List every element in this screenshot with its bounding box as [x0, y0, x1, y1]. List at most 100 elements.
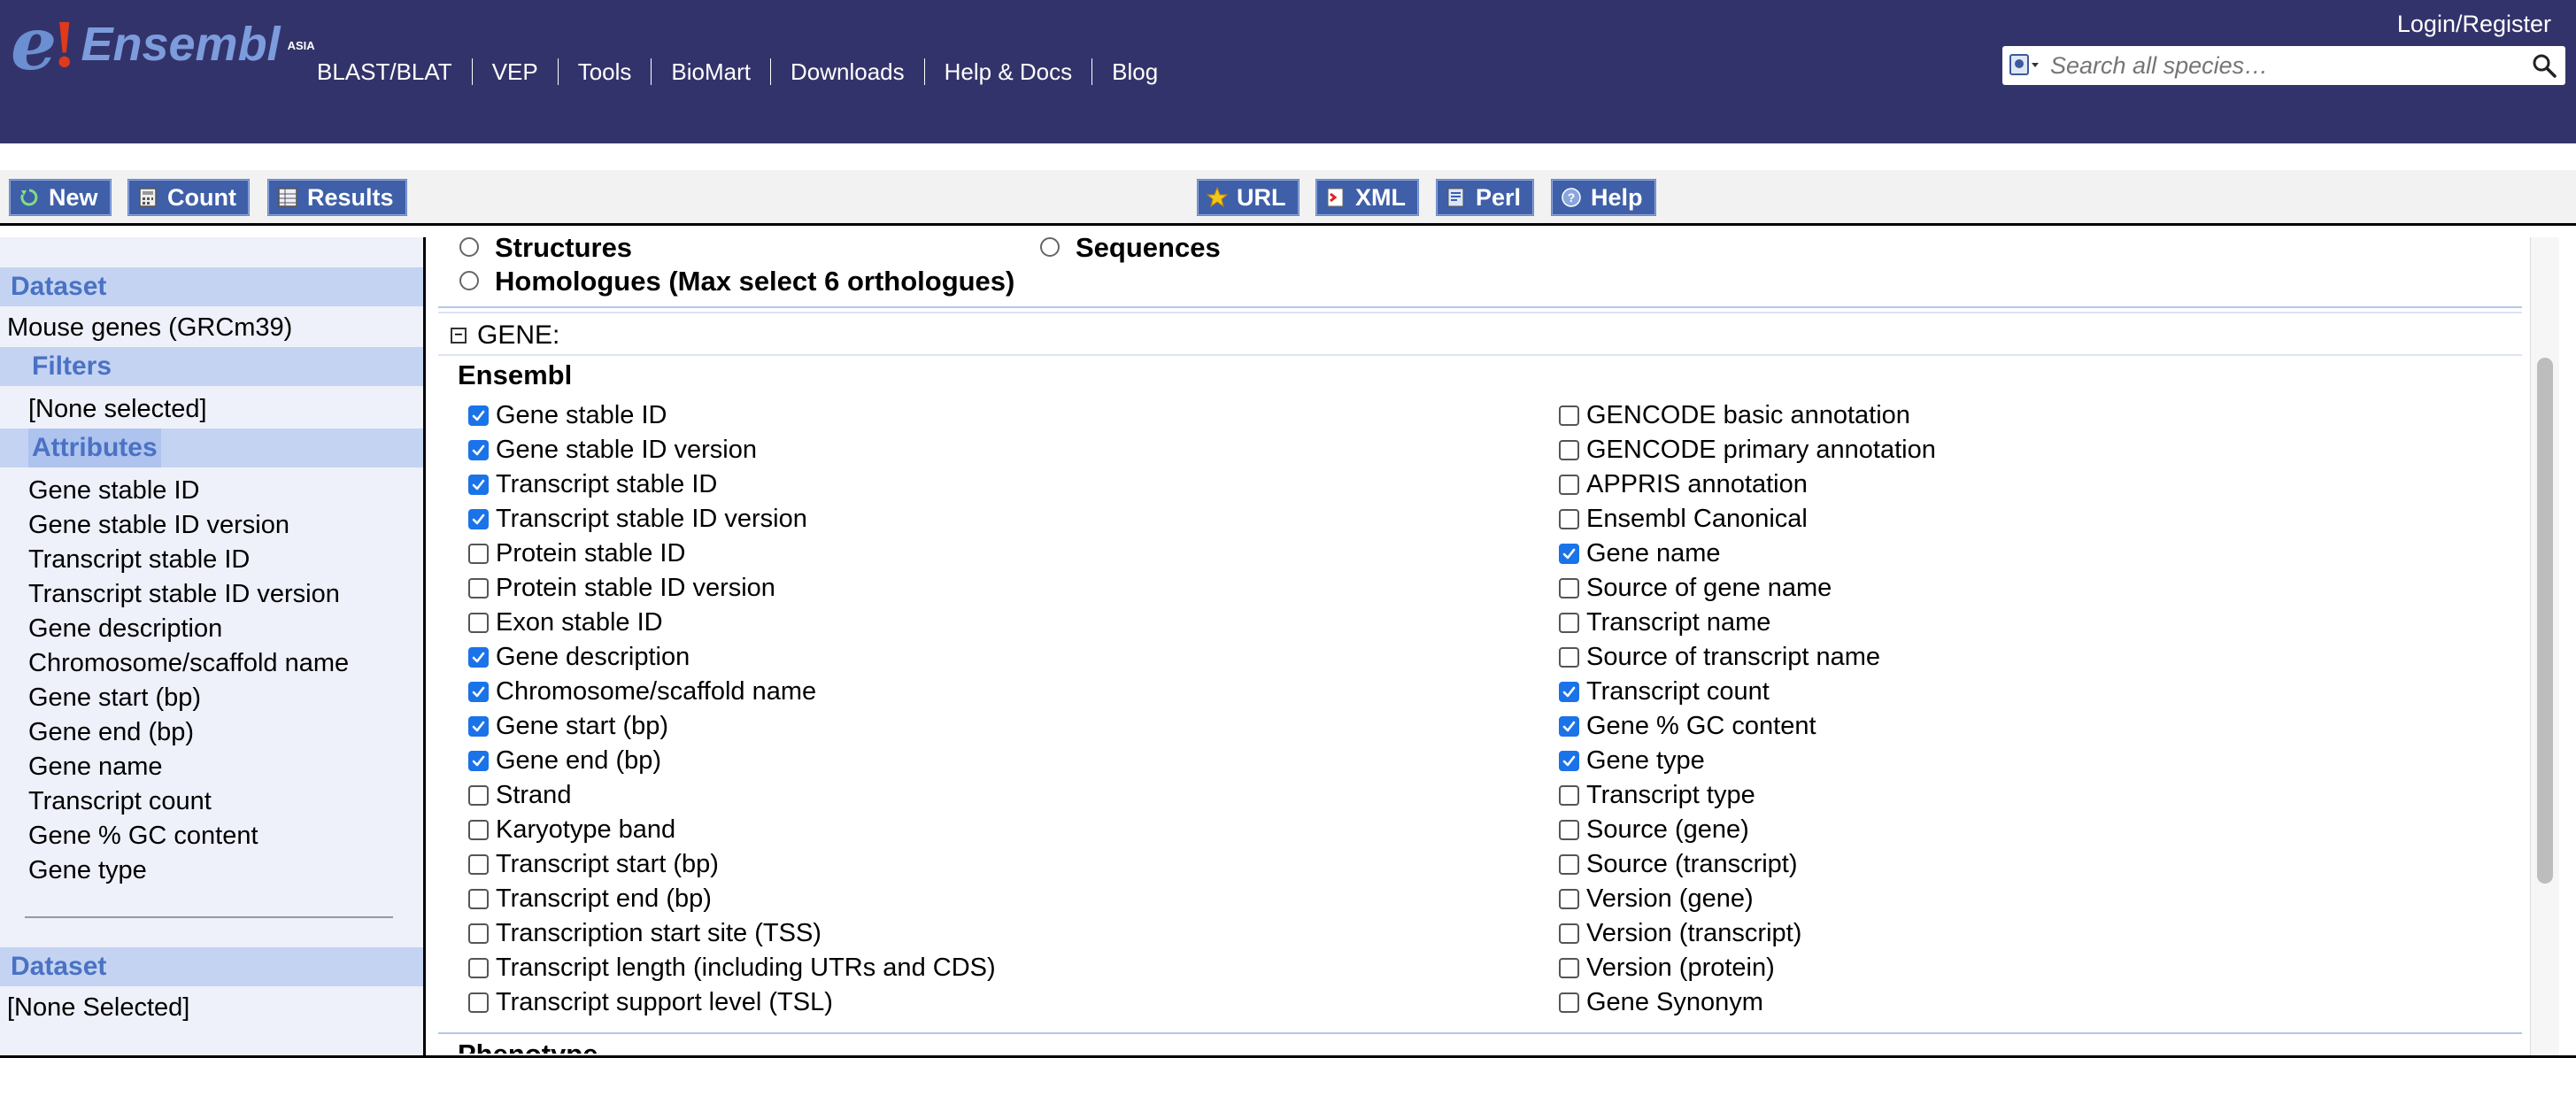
unchecked-checkbox[interactable]	[1559, 474, 1579, 495]
right-checkbox-row[interactable]: Gene % GC content	[1559, 709, 1816, 743]
left-checkbox-row[interactable]: Gene end (bp)	[468, 744, 661, 777]
nav-biomart[interactable]: BioMart	[651, 58, 770, 85]
right-checkbox-row[interactable]: Transcript name	[1559, 606, 1770, 639]
unchecked-checkbox[interactable]	[468, 923, 489, 944]
unchecked-checkbox[interactable]	[1559, 888, 1579, 909]
left-checkbox-row[interactable]: Transcript end (bp)	[468, 882, 712, 915]
left-checkbox-row[interactable]: Transcription start site (TSS)	[468, 916, 821, 950]
unchecked-checkbox[interactable]	[1559, 853, 1579, 875]
left-checkbox-row[interactable]: Gene start (bp)	[468, 709, 668, 743]
left-checkbox-row[interactable]: Transcript stable ID version	[468, 502, 807, 536]
left-checkbox-row[interactable]: Gene stable ID version	[468, 433, 757, 467]
left-checkbox-row[interactable]: Exon stable ID	[468, 606, 663, 639]
checked-checkbox[interactable]	[1559, 681, 1579, 702]
unchecked-checkbox[interactable]	[468, 784, 489, 806]
left-checkbox-row[interactable]: Strand	[468, 778, 571, 812]
right-checkbox-row[interactable]: Version (protein)	[1559, 951, 1775, 985]
scrollbar-thumb[interactable]	[2537, 358, 2553, 884]
unchecked-checkbox[interactable]	[1559, 819, 1579, 840]
right-checkbox-row[interactable]: Version (transcript)	[1559, 916, 1801, 950]
perl-button[interactable]: Perl	[1436, 179, 1535, 216]
unchecked-checkbox[interactable]	[1559, 992, 1579, 1013]
right-checkbox-row[interactable]: Transcript type	[1559, 778, 1755, 812]
nav-help-docs[interactable]: Help & Docs	[923, 58, 1092, 85]
unchecked-checkbox[interactable]	[468, 577, 489, 598]
left-checkbox-row[interactable]: Karyotype band	[468, 813, 675, 846]
nav-tools[interactable]: Tools	[557, 58, 652, 85]
checked-checkbox[interactable]	[468, 474, 489, 495]
url-button[interactable]: URL	[1197, 179, 1300, 216]
right-checkbox-row[interactable]: Source of gene name	[1559, 571, 1832, 605]
sequences-radio[interactable]	[1040, 237, 1060, 257]
vertical-scrollbar[interactable]	[2530, 237, 2559, 1055]
left-checkbox-row[interactable]: Gene stable ID	[468, 398, 667, 432]
nav-vep[interactable]: VEP	[471, 58, 558, 85]
right-checkbox-row[interactable]: Gene Synonym	[1559, 985, 1763, 1019]
right-checkbox-row[interactable]: Gene type	[1559, 744, 1705, 777]
unchecked-checkbox[interactable]	[1559, 577, 1579, 598]
structures-radio[interactable]	[459, 237, 479, 257]
left-checkbox-row[interactable]: Transcript length (including UTRs and CD…	[468, 951, 996, 985]
left-checkbox-row[interactable]: Chromosome/scaffold name	[468, 675, 816, 708]
checked-checkbox[interactable]	[468, 681, 489, 702]
login-register-link[interactable]: Login/Register	[2397, 11, 2551, 38]
nav-blog[interactable]: Blog	[1091, 58, 1177, 85]
left-checkbox-row[interactable]: Transcript support level (TSL)	[468, 985, 833, 1019]
right-checkbox-row[interactable]: GENCODE basic annotation	[1559, 398, 1910, 432]
left-checkbox-row[interactable]: Protein stable ID version	[468, 571, 775, 605]
unchecked-checkbox[interactable]	[468, 992, 489, 1013]
unchecked-checkbox[interactable]	[1559, 923, 1579, 944]
dataset-heading[interactable]: Dataset	[0, 267, 423, 306]
left-checkbox-row[interactable]: Transcript stable ID	[468, 467, 717, 501]
unchecked-checkbox[interactable]	[1559, 508, 1579, 529]
left-checkbox-row[interactable]: Gene description	[468, 640, 690, 674]
attributes-heading[interactable]: Attributes	[28, 429, 161, 467]
right-checkbox-row[interactable]: APPRIS annotation	[1559, 467, 1808, 501]
species-selector-icon[interactable]	[2002, 46, 2048, 85]
unchecked-checkbox[interactable]	[468, 957, 489, 978]
help-button[interactable]: ? Help	[1551, 179, 1656, 216]
right-checkbox-row[interactable]: Version (gene)	[1559, 882, 1754, 915]
unchecked-checkbox[interactable]	[1559, 612, 1579, 633]
dataset-value[interactable]: Mouse genes (GRCm39)	[7, 312, 292, 344]
search-icon[interactable]	[2523, 46, 2565, 85]
filters-heading[interactable]: Filters	[0, 347, 423, 386]
checked-checkbox[interactable]	[1559, 543, 1579, 564]
filters-value[interactable]: [None selected]	[28, 393, 207, 425]
unchecked-checkbox[interactable]	[468, 819, 489, 840]
left-checkbox-row[interactable]: Transcript start (bp)	[468, 847, 719, 881]
ensembl-logo[interactable]: e! Ensembl ASIA	[11, 8, 315, 81]
right-checkbox-row[interactable]: Source (gene)	[1559, 813, 1749, 846]
unchecked-checkbox[interactable]	[1559, 439, 1579, 460]
dataset2-value[interactable]: [None Selected]	[7, 992, 189, 1023]
new-button[interactable]: New	[9, 179, 112, 216]
checked-checkbox[interactable]	[468, 715, 489, 737]
checked-checkbox[interactable]	[468, 750, 489, 771]
unchecked-checkbox[interactable]	[1559, 405, 1579, 426]
unchecked-checkbox[interactable]	[1559, 957, 1579, 978]
unchecked-checkbox[interactable]	[468, 543, 489, 564]
checked-checkbox[interactable]	[468, 439, 489, 460]
gene-section-toggle[interactable]: − GENE:	[451, 320, 559, 351]
unchecked-checkbox[interactable]	[468, 612, 489, 633]
right-checkbox-row[interactable]: GENCODE primary annotation	[1559, 433, 1936, 467]
checked-checkbox[interactable]	[468, 646, 489, 668]
unchecked-checkbox[interactable]	[468, 853, 489, 875]
unchecked-checkbox[interactable]	[1559, 784, 1579, 806]
xml-button[interactable]: XML	[1315, 179, 1419, 216]
right-checkbox-row[interactable]: Ensembl Canonical	[1559, 502, 1808, 536]
unchecked-checkbox[interactable]	[468, 888, 489, 909]
phenotype-section-title[interactable]: Phenotype	[458, 1041, 598, 1054]
nav-downloads[interactable]: Downloads	[770, 58, 924, 85]
results-button[interactable]: Results	[267, 179, 407, 216]
nav-blast[interactable]: BLAST/BLAT	[317, 58, 472, 85]
unchecked-checkbox[interactable]	[1559, 646, 1579, 668]
checked-checkbox[interactable]	[1559, 750, 1579, 771]
checked-checkbox[interactable]	[468, 508, 489, 529]
checked-checkbox[interactable]	[468, 405, 489, 426]
checked-checkbox[interactable]	[1559, 715, 1579, 737]
right-checkbox-row[interactable]: Source (transcript)	[1559, 847, 1798, 881]
left-checkbox-row[interactable]: Protein stable ID	[468, 537, 685, 570]
count-button[interactable]: Count	[127, 179, 250, 216]
right-checkbox-row[interactable]: Gene name	[1559, 537, 1721, 570]
